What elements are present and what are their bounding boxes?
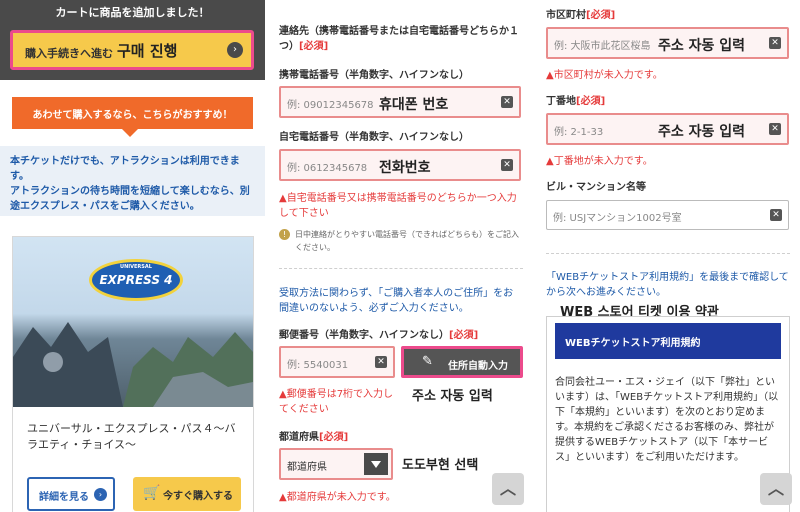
cart-icon: 🛒 xyxy=(143,485,161,501)
city-label: 市区町村[必須] xyxy=(546,8,790,23)
postal-code-placeholder: 例: 5540031 xyxy=(287,360,349,371)
city-korean-annotation: 주소 자동 입력 xyxy=(658,38,746,54)
contact-label: 連絡先（携帯電話番号または自宅電話番号どちらか１つ）[必須] xyxy=(279,24,523,54)
postal-code-input[interactable]: 例: 5540031 ✕ xyxy=(279,346,395,378)
home-korean-annotation: 전화번호 xyxy=(379,160,431,176)
attraction-scene xyxy=(13,322,253,407)
pencil-icon: ✎ xyxy=(422,354,433,369)
product-image: UNIVERSAL EXPRESS 4 xyxy=(13,237,253,407)
express-info-box: 本チケットだけでも、アトラクションは利用できます。 アトラクションの待ち時間を短… xyxy=(0,146,265,216)
scroll-to-top-button[interactable]: ︿ xyxy=(492,473,524,505)
home-phone-label: 自宅電話番号（半角数字、ハイフンなし） xyxy=(279,132,469,143)
postal-code-label-text: 郵便番号（半角数字、ハイフンなし） xyxy=(279,330,449,341)
prefecture-korean-annotation: 도도부현 선택 xyxy=(402,458,479,473)
recommend-banner-text: あわせて購入するなら、こちらがおすすめ！ xyxy=(32,110,233,121)
details-button-label: 詳細を見る xyxy=(39,492,89,503)
divider xyxy=(279,268,523,269)
prefecture-select[interactable]: 都道府県 xyxy=(279,448,393,480)
daytime-phone-note: 日中連絡がとりやすい電話番号（できればどちらも）をご記入ください。 xyxy=(279,228,523,254)
block-number-error: ▲丁番地が未入力です。 xyxy=(546,156,653,167)
express-logo-text: EXPRESS 4 xyxy=(99,273,173,287)
terms-body-text: 合同会社ユー・エス・ジェイ（以下「弊社」といいます）は、「WEBチケットストア利… xyxy=(555,377,779,463)
chevron-right-icon: › xyxy=(94,488,107,501)
buy-now-button[interactable]: 🛒 今すぐ購入する xyxy=(133,477,241,511)
clear-icon[interactable]: ✕ xyxy=(769,37,781,49)
required-badge: [必須] xyxy=(576,96,606,107)
block-korean-annotation: 주소 자동 입력 xyxy=(658,124,746,140)
address-autofill-label: 住所自動入力 xyxy=(448,361,508,372)
city-error: ▲市区町村が未入力です。 xyxy=(546,70,663,81)
city-label-text: 市区町村 xyxy=(546,10,586,21)
chevron-right-icon: › xyxy=(227,42,243,58)
recommend-arrow-icon xyxy=(122,129,138,137)
required-badge: [必須] xyxy=(299,41,329,52)
clear-icon[interactable]: ✕ xyxy=(501,159,513,171)
checkout-button-label: 購入手続きへ進む xyxy=(25,47,113,60)
express-logo-small-text: UNIVERSAL xyxy=(120,264,152,270)
prefecture-select-value: 都道府県 xyxy=(287,462,327,473)
product-name: ユニバーサル・エクスプレス・パス４～バラエティ・チョイス～ xyxy=(27,422,236,451)
address-note: 受取方法に関わらず、「ご購入者本人のご住所」をお間違いのないよう、必ずご入力くだ… xyxy=(279,288,514,314)
recommend-banner: あわせて購入するなら、こちらがおすすめ！ xyxy=(12,97,253,129)
mobile-phone-input[interactable]: 例: 09012345678 휴대폰 번호 ✕ xyxy=(279,86,521,118)
prefecture-label-text: 都道府県 xyxy=(279,432,319,443)
home-phone-placeholder: 例: 0612345678 xyxy=(287,163,368,174)
prefecture-label: 都道府県[必須] xyxy=(279,430,523,445)
mobile-phone-label: 携帯電話番号（半角数字、ハイフンなし） xyxy=(279,70,469,81)
cart-added-message: カートに商品を追加しました！ xyxy=(55,6,210,19)
block-number-label-text: 丁番地 xyxy=(546,96,576,107)
cart-added-banner: カートに商品を追加しました！ 購入手続きへ進む 구매 진행 › xyxy=(0,0,265,80)
clear-icon[interactable]: ✕ xyxy=(375,356,387,368)
city-input[interactable]: 例: 大阪市此花区桜島 주소 자동 입력 ✕ xyxy=(546,27,789,59)
postal-code-label: 郵便番号（半角数字、ハイフンなし）[必須] xyxy=(279,328,523,343)
city-placeholder: 例: 大阪市此花区桜島 xyxy=(554,41,651,52)
mobile-korean-annotation: 휴대폰 번호 xyxy=(379,97,449,113)
autofill-korean-annotation: 주소 자동 입력 xyxy=(412,389,493,404)
required-badge: [必須] xyxy=(449,330,479,341)
building-placeholder: 例: USJマンション1002号室 xyxy=(553,213,682,224)
chevron-down-icon xyxy=(371,461,381,468)
block-number-input[interactable]: 例: 2-1-33 주소 자동 입력 ✕ xyxy=(546,113,789,145)
mobile-phone-placeholder: 例: 09012345678 xyxy=(287,100,374,111)
scroll-to-top-button[interactable]: ︿ xyxy=(760,473,792,505)
terms-note: 「WEBチケットストア利用規約」を最後まで確認してから次へお進みください。 xyxy=(546,272,789,298)
phone-error-message: ▲自宅電話番号又は携帯電話番号のどちらか一つ入力して下さい xyxy=(279,193,517,219)
building-label: ビル・マンション名等 xyxy=(546,182,646,193)
express-logo: UNIVERSAL EXPRESS 4 xyxy=(89,259,183,301)
checkout-korean-annotation: 구매 진행 xyxy=(117,42,178,60)
prefecture-error: ▲都道府県が未入力です。 xyxy=(279,492,396,503)
express-info-text: 本チケットだけでも、アトラクションは利用できます。 アトラクションの待ち時間を短… xyxy=(10,156,250,212)
address-autofill-button[interactable]: ✎ 住所自動入力 xyxy=(401,346,523,378)
terms-heading-bar: WEBチケットストア利用規約 xyxy=(555,323,781,359)
details-button[interactable]: 詳細を見る › xyxy=(27,477,115,511)
checkout-button[interactable]: 購入手続きへ進む 구매 진행 › xyxy=(10,30,254,70)
terms-heading: WEBチケットストア利用規約 xyxy=(565,338,701,349)
block-number-placeholder: 例: 2-1-33 xyxy=(554,127,604,138)
block-number-label: 丁番地[必須] xyxy=(546,94,790,109)
required-badge: [必須] xyxy=(586,10,616,21)
clear-icon[interactable]: ✕ xyxy=(770,209,782,221)
building-input[interactable]: 例: USJマンション1002号室 ✕ xyxy=(546,200,789,230)
clear-icon[interactable]: ✕ xyxy=(769,123,781,135)
product-card: UNIVERSAL EXPRESS 4 ユニバーサル・エクスプレス・パス４～バラ… xyxy=(12,236,254,512)
buy-now-label: 今すぐ購入する xyxy=(163,491,233,502)
home-phone-input[interactable]: 例: 0612345678 전화번호 ✕ xyxy=(279,149,521,181)
daytime-phone-note-text: 日中連絡がとりやすい電話番号（できればどちらも）をご記入ください。 xyxy=(295,230,519,252)
clear-icon[interactable]: ✕ xyxy=(501,96,513,108)
dropdown-button[interactable] xyxy=(364,453,388,475)
terms-box[interactable]: WEBチケットストア利用規約 合同会社ユー・エス・ジェイ（以下「弊社」といいます… xyxy=(546,316,790,512)
divider xyxy=(546,253,790,254)
required-badge: [必須] xyxy=(319,432,349,443)
postal-code-error: ▲郵便番号は7桁で入力してください xyxy=(279,389,394,415)
